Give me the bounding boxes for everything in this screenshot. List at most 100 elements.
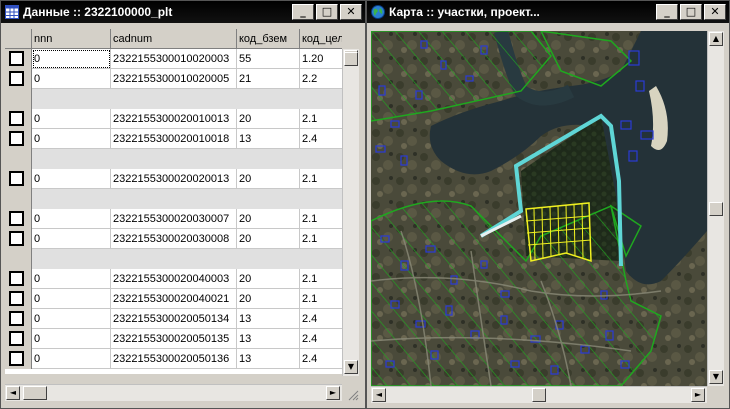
row-checkbox[interactable] bbox=[9, 291, 24, 306]
cell-cadnum[interactable]: 2322155300020020013 bbox=[111, 169, 237, 189]
cell-nnn[interactable]: 0 bbox=[32, 209, 111, 229]
map-scroll-down-button[interactable]: ▼ bbox=[709, 370, 723, 384]
table-row[interactable]: 0 2322155300020040021 20 2.1 bbox=[5, 289, 342, 309]
resize-grip-icon[interactable] bbox=[347, 389, 359, 401]
row-indicator[interactable] bbox=[5, 289, 32, 309]
cell-cadnum[interactable]: 2322155300020040003 bbox=[111, 269, 237, 289]
map-scroll-left-button[interactable]: ◄ bbox=[372, 388, 386, 402]
row-checkbox[interactable] bbox=[9, 311, 24, 326]
cell-nnn[interactable]: 0 bbox=[32, 49, 111, 69]
cell-nnn[interactable]: 0 bbox=[32, 309, 111, 329]
row-indicator[interactable] bbox=[5, 309, 32, 329]
cell-cadnum[interactable]: 2322155300020050134 bbox=[111, 309, 237, 329]
map-window-titlebar[interactable]: Карта :: участки, проект... _ □ ✕ bbox=[367, 1, 729, 23]
cell-cadnum[interactable]: 2322155300010020005 bbox=[111, 69, 237, 89]
map-close-button[interactable]: ✕ bbox=[704, 4, 726, 20]
cell-kod-bzem[interactable]: 20 bbox=[237, 229, 300, 249]
row-indicator[interactable] bbox=[5, 169, 32, 189]
cell-nnn[interactable]: 0 bbox=[32, 229, 111, 249]
cell-kod-bzem[interactable]: 21 bbox=[237, 69, 300, 89]
cell-kod-bzem[interactable]: 13 bbox=[237, 349, 300, 369]
map-vertical-scrollbar[interactable]: ▲ ▼ bbox=[707, 31, 724, 386]
cell-kod-cel[interactable]: 2.4 bbox=[300, 349, 342, 369]
table-row[interactable]: 0 2322155300020050134 13 2.4 bbox=[5, 309, 342, 329]
cell-kod-bzem[interactable]: 20 bbox=[237, 109, 300, 129]
table-row[interactable]: 0 2322155300020050135 13 2.4 bbox=[5, 329, 342, 349]
column-header-kod-cel[interactable]: код_цел bbox=[300, 29, 342, 49]
table-row[interactable]: 0 2322155300010020003 55 1.20 bbox=[5, 49, 342, 69]
horizontal-scroll-thumb[interactable] bbox=[23, 386, 47, 400]
map-maximize-button[interactable]: □ bbox=[680, 4, 702, 20]
row-indicator[interactable] bbox=[5, 109, 32, 129]
map-minimize-button[interactable]: _ bbox=[656, 4, 678, 20]
close-button[interactable]: ✕ bbox=[340, 4, 362, 20]
data-window-titlebar[interactable]: Данные :: 2322100000_plt _ □ ✕ bbox=[1, 1, 365, 23]
cell-nnn[interactable]: 0 bbox=[32, 349, 111, 369]
row-checkbox[interactable] bbox=[9, 51, 24, 66]
table-row[interactable]: 0 2322155300020050136 13 2.4 bbox=[5, 349, 342, 369]
row-checkbox[interactable] bbox=[9, 231, 24, 246]
cell-kod-cel[interactable]: 2.1 bbox=[300, 209, 342, 229]
cell-kod-bzem[interactable]: 20 bbox=[237, 209, 300, 229]
column-header-kod-bzem[interactable]: код_бзем bbox=[237, 29, 300, 49]
map-horizontal-scrollbar[interactable]: ◄ ► bbox=[371, 386, 707, 403]
cell-nnn[interactable]: 0 bbox=[32, 269, 111, 289]
row-checkbox[interactable] bbox=[9, 271, 24, 286]
cell-kod-cel[interactable]: 2.1 bbox=[300, 109, 342, 129]
row-checkbox[interactable] bbox=[9, 111, 24, 126]
cell-kod-cel[interactable]: 2.4 bbox=[300, 309, 342, 329]
cell-cadnum[interactable]: 2322155300020050136 bbox=[111, 349, 237, 369]
row-indicator[interactable] bbox=[5, 209, 32, 229]
map-horizontal-scroll-thumb[interactable] bbox=[532, 388, 546, 402]
cell-cadnum[interactable]: 2322155300020010018 bbox=[111, 129, 237, 149]
cell-cadnum[interactable]: 2322155300020030008 bbox=[111, 229, 237, 249]
row-indicator[interactable] bbox=[5, 129, 32, 149]
cell-kod-bzem[interactable]: 20 bbox=[237, 169, 300, 189]
table-row[interactable]: 0 2322155300020040003 20 2.1 bbox=[5, 269, 342, 289]
table-row[interactable]: 0 2322155300020030008 20 2.1 bbox=[5, 229, 342, 249]
cell-nnn[interactable]: 0 bbox=[32, 129, 111, 149]
cell-nnn[interactable]: 0 bbox=[32, 329, 111, 349]
column-header-nnn[interactable]: nnn bbox=[32, 29, 111, 49]
cell-nnn[interactable]: 0 bbox=[32, 69, 111, 89]
row-checkbox[interactable] bbox=[9, 211, 24, 226]
cell-kod-bzem[interactable]: 55 bbox=[237, 49, 300, 69]
row-indicator[interactable] bbox=[5, 269, 32, 289]
cell-kod-cel[interactable]: 2.4 bbox=[300, 129, 342, 149]
cell-kod-bzem[interactable]: 13 bbox=[237, 129, 300, 149]
cell-kod-cel[interactable]: 2.1 bbox=[300, 169, 342, 189]
cell-kod-bzem[interactable]: 20 bbox=[237, 289, 300, 309]
row-checkbox[interactable] bbox=[9, 331, 24, 346]
cell-kod-bzem[interactable]: 13 bbox=[237, 329, 300, 349]
cell-cadnum[interactable]: 2322155300020010013 bbox=[111, 109, 237, 129]
row-checkbox[interactable] bbox=[9, 351, 24, 366]
map-scroll-right-button[interactable]: ► bbox=[691, 388, 705, 402]
cell-kod-bzem[interactable]: 13 bbox=[237, 309, 300, 329]
maximize-button[interactable]: □ bbox=[316, 4, 338, 20]
row-indicator[interactable] bbox=[5, 229, 32, 249]
grid-vertical-scrollbar[interactable]: ▲ ▼ bbox=[342, 49, 359, 376]
map-scroll-up-button[interactable]: ▲ bbox=[709, 32, 723, 46]
scroll-right-button[interactable]: ► bbox=[326, 386, 340, 400]
cell-nnn[interactable]: 0 bbox=[32, 289, 111, 309]
column-header-cadnum[interactable]: cadnum bbox=[111, 29, 237, 49]
row-indicator[interactable] bbox=[5, 49, 32, 69]
map-vertical-scroll-thumb[interactable] bbox=[709, 202, 723, 216]
row-checkbox[interactable] bbox=[9, 171, 24, 186]
cell-cadnum[interactable]: 2322155300020050135 bbox=[111, 329, 237, 349]
row-indicator[interactable] bbox=[5, 69, 32, 89]
table-row[interactable]: 0 2322155300020010018 13 2.4 bbox=[5, 129, 342, 149]
scroll-left-button[interactable]: ◄ bbox=[6, 386, 20, 400]
cell-kod-cel[interactable]: 2.2 bbox=[300, 69, 342, 89]
cell-cadnum[interactable]: 2322155300020040021 bbox=[111, 289, 237, 309]
table-row[interactable]: 0 2322155300020020013 20 2.1 bbox=[5, 169, 342, 189]
table-row[interactable]: 0 2322155300020010013 20 2.1 bbox=[5, 109, 342, 129]
cell-cadnum[interactable]: 2322155300020030007 bbox=[111, 209, 237, 229]
cell-kod-bzem[interactable]: 20 bbox=[237, 269, 300, 289]
cell-kod-cel[interactable]: 2.1 bbox=[300, 269, 342, 289]
cell-nnn[interactable]: 0 bbox=[32, 169, 111, 189]
row-indicator[interactable] bbox=[5, 329, 32, 349]
grid-horizontal-scrollbar[interactable]: ◄ ► bbox=[5, 384, 342, 401]
data-grid[interactable]: nnn cadnum код_бзем код_цел 0 23221553000… bbox=[5, 29, 342, 374]
minimize-button[interactable]: _ bbox=[292, 4, 314, 20]
